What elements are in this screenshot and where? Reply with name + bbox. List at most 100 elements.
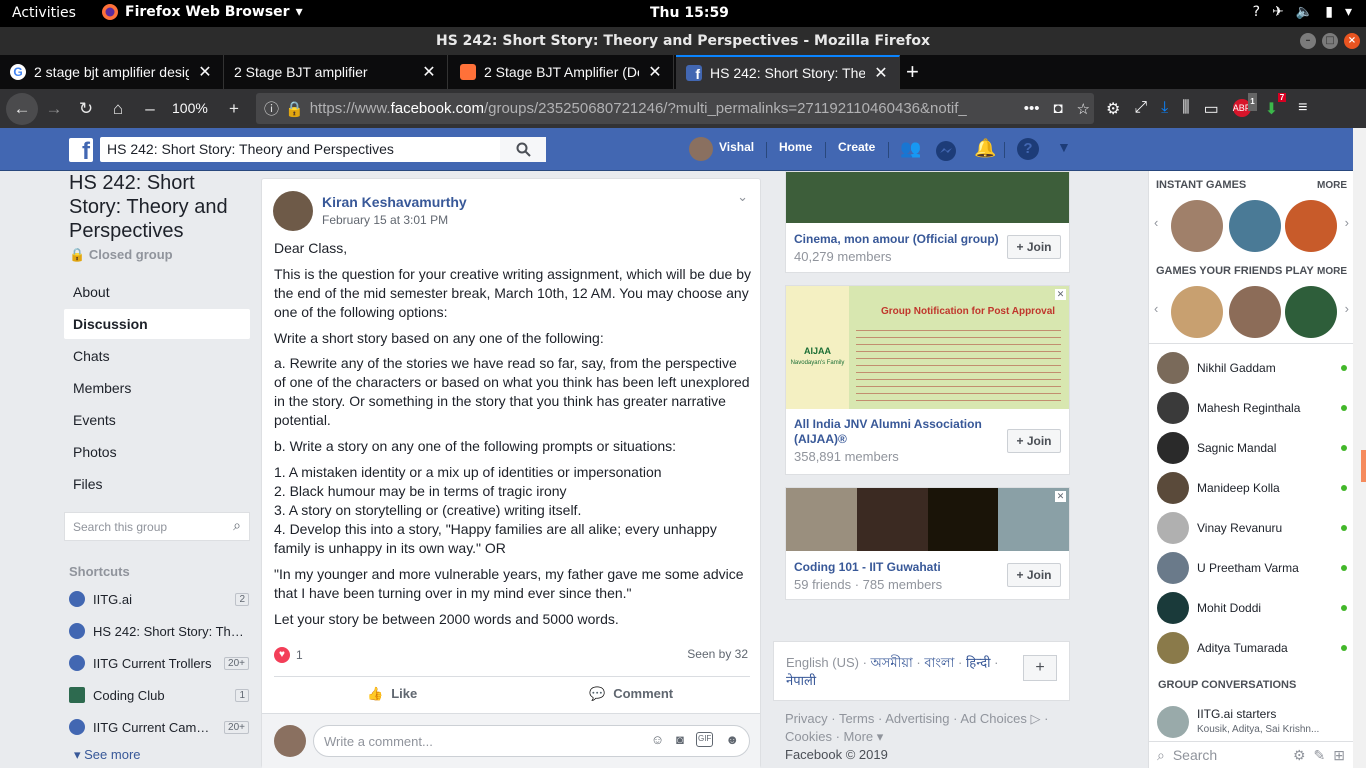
nav-files[interactable]: Files [64,469,250,499]
group-search-input[interactable]: Search this group ⌕ [64,512,250,541]
search-icon[interactable] [500,137,546,162]
chevron-right-icon[interactable]: › [1345,215,1349,230]
group-title[interactable]: HS 242: Short Story: Theory and Perspect… [69,171,249,243]
group-cover-image[interactable] [786,488,1069,551]
user-avatar[interactable] [689,137,713,161]
sticker-icon[interactable]: ☻ [725,732,739,747]
profile-link[interactable]: Vishal [719,140,754,154]
home-button[interactable]: ⌂ [104,95,132,123]
suggested-group-name[interactable]: Cinema, mon amour (Official group) [794,232,999,246]
url-text[interactable]: https://www.facebook.com/groups/23525068… [310,100,982,117]
shortcut-item[interactable]: Coding Club 1 [69,679,249,711]
join-button[interactable]: + Join [1007,429,1061,453]
sidebar-icon[interactable]: ▭ [1204,99,1219,119]
close-tab-icon[interactable]: ✕ [197,62,213,82]
close-window-button[interactable]: × [1344,33,1360,49]
tab-facebook[interactable]: f HS 242: Short Story: Theory ✕ [676,55,900,89]
add-language-button[interactable]: + [1023,655,1057,681]
create-link[interactable]: Create [838,140,875,154]
friend-item[interactable]: U Preetham Varma [1157,548,1347,588]
page-actions-icon[interactable]: ••• [1024,100,1040,117]
minimize-button[interactable]: – [1300,33,1316,49]
post-author[interactable]: Kiran Keshavamurthy [322,194,467,210]
close-tab-icon[interactable]: ✕ [647,62,663,82]
friend-item[interactable]: Nikhil Gaddam [1157,348,1347,388]
help-icon[interactable]: ? [1017,138,1039,160]
lang-option[interactable]: नेपाली [786,673,816,688]
post-timestamp[interactable]: February 15 at 3:01 PM [322,213,448,227]
game-icon[interactable] [1171,200,1223,252]
nav-discussion[interactable]: Discussion [64,309,250,339]
friend-item[interactable]: Aditya Tumarada [1157,628,1347,668]
friend-requests-icon[interactable]: 👥 [900,139,921,159]
reload-button[interactable]: ↻ [72,95,100,123]
dismiss-icon[interactable]: ✕ [1055,289,1066,300]
page-scrollbar[interactable] [1353,128,1366,768]
new-tab-button[interactable]: + [906,59,919,85]
author-avatar[interactable] [273,191,313,231]
game-icon[interactable] [1229,200,1281,252]
lang-option[interactable]: অসমীয়া [871,655,913,670]
home-link[interactable]: Home [779,140,812,154]
nav-events[interactable]: Events [64,405,250,435]
instant-games-more[interactable]: MORE [1317,180,1347,191]
friends-games-more[interactable]: MORE [1317,266,1347,277]
nav-members[interactable]: Members [64,373,250,403]
zoom-out-button[interactable]: – [136,95,164,123]
join-button[interactable]: + Join [1007,563,1061,587]
new-group-icon[interactable]: ⊞ [1333,747,1345,764]
chevron-right-icon[interactable]: › [1345,301,1349,316]
url-bar[interactable]: ⓘ 🔒 https://www.facebook.com/groups/2352… [256,93,1094,124]
menu-icon[interactable]: ≡ [1298,99,1307,119]
reactions[interactable]: ♥ 1 [274,647,303,663]
see-more-link[interactable]: ▾ See more [74,747,141,763]
friend-item[interactable]: Mohit Doddi [1157,588,1347,628]
bookmark-star-icon[interactable]: ☆ [1077,100,1090,118]
clock[interactable]: Thu 15:59 [650,5,729,21]
friend-item[interactable]: Manideep Kolla [1157,468,1347,508]
nav-chats[interactable]: Chats [64,341,250,371]
nav-photos[interactable]: Photos [64,437,250,467]
tab-bjt[interactable]: 2 Stage BJT amplifier ✕ [224,55,448,89]
group-cover-image[interactable]: AIJAA Navodayan's Family Group Notificati… [786,286,1069,409]
game-icon[interactable] [1171,286,1223,338]
maximize-button[interactable]: □ [1322,33,1338,49]
friend-item[interactable]: Sagnic Mandal [1157,428,1347,468]
account-menu-icon[interactable]: ▼ [1057,139,1071,155]
facebook-logo[interactable]: f [69,138,93,165]
shortcut-item[interactable]: HS 242: Short Story: Theory and Perspect… [69,615,249,647]
gif-icon[interactable]: GIF [695,732,714,747]
zoom-level[interactable]: 100% [172,100,208,116]
game-icon[interactable] [1229,286,1281,338]
tab-google[interactable]: G 2 stage bjt amplifier design ✕ [0,55,224,89]
fullscreen-icon[interactable]: ⤢ [1134,99,1147,119]
lang-option[interactable]: বাংলা [924,655,954,670]
download-icon[interactable]: ⤓ [1161,99,1168,119]
chevron-left-icon[interactable]: ‹ [1154,215,1158,230]
forward-button[interactable]: → [40,95,68,123]
gear-icon[interactable]: ⚙ [1293,747,1306,764]
suggested-group-name[interactable]: Coding 101 - IIT Guwahati [794,560,941,574]
post-options-icon[interactable]: ⌄ [737,189,748,205]
group-cover-image[interactable] [786,172,1069,223]
lock-icon[interactable]: 🔒 [285,100,304,118]
seen-count[interactable]: Seen by 32 [687,647,748,661]
zoom-in-button[interactable]: + [220,95,248,123]
messenger-icon[interactable] [935,140,957,162]
adblock-icon[interactable]: ABP 1 [1232,93,1257,117]
scrollbar-thumb[interactable] [1361,450,1366,482]
camera-icon[interactable]: ◙ [676,732,684,747]
shortcut-item[interactable]: IITG Current Trollers 20+ [69,647,249,679]
compose-icon[interactable]: ✎ [1314,747,1326,764]
friend-item[interactable]: Vinay Revanuru [1157,508,1347,548]
chevron-left-icon[interactable]: ‹ [1154,301,1158,316]
lang-option[interactable]: हिन्दी [966,655,991,670]
dismiss-icon[interactable]: ✕ [1055,491,1066,502]
close-tab-icon[interactable]: ✕ [873,63,889,83]
emoji-icon[interactable]: ☺ [651,732,664,747]
downloader-icon[interactable]: ⬇ 7 [1265,93,1287,119]
pocket-icon[interactable]: ◘ [1053,100,1062,117]
app-menu[interactable]: Firefox Web Browser ▾ [101,3,303,21]
comment-button[interactable]: 💬 Comment [589,686,673,702]
settings-icon[interactable]: ⚙ [1106,99,1120,119]
